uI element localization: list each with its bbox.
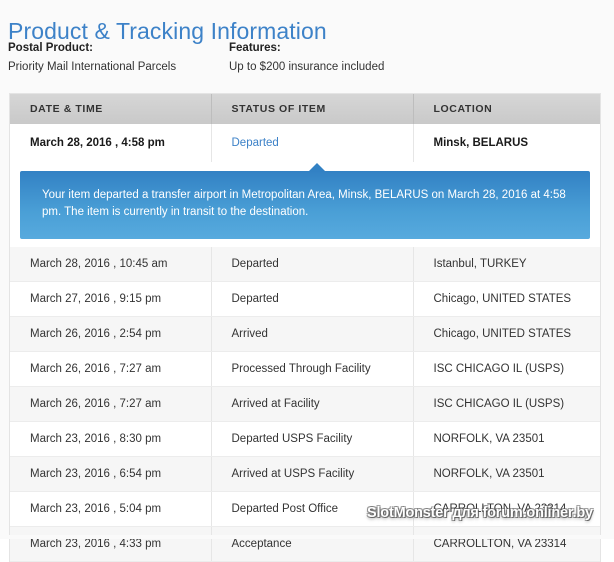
tracking-page: Product & Tracking Information Postal Pr… [0,0,614,562]
cell-status: Departed Post Office [211,491,414,527]
table-body: March 28, 2016 , 4:58 pm Departed Minsk, B… [10,124,600,562]
postal-product-label: Postal Product: [8,42,93,54]
cell-location: Chicago, UNITED STATES [413,281,600,317]
cell-location: Istanbul, TURKEY [413,247,600,282]
table-header: DATE & TIME STATUS OF ITEM LOCATION [10,94,600,124]
table-row[interactable]: March 28, 2016 , 10:45 am Departed Istanbu… [10,247,600,282]
table-row[interactable]: March 26, 2016 , 2:54 pm Arrived Chicago, … [10,316,600,352]
table-row-current[interactable]: March 28, 2016 , 4:58 pm Departed Minsk, B… [10,124,600,162]
cell-location: Minsk, BELARUS [413,124,600,162]
cell-status: Acceptance [211,526,414,562]
cell-date: March 28, 2016 , 4:58 pm [10,124,212,162]
callout-wrapper: Your item departed a transfer airport in… [10,162,600,247]
table-row[interactable]: March 23, 2016 , 6:54 pm Arrived at USPS … [10,456,600,492]
table-row[interactable]: March 26, 2016 , 7:27 am Arrived at Facil… [10,386,600,422]
table-row[interactable]: March 23, 2016 , 5:04 pm Departed Post Of… [10,491,600,527]
cell-date: March 27, 2016 , 9:15 pm [10,281,212,317]
cell-date: March 23, 2016 , 8:30 pm [10,421,212,457]
cell-status: Arrived [211,316,414,352]
table-row[interactable]: March 23, 2016 , 4:33 pm Acceptance CARROL… [10,526,600,562]
cell-status: Processed Through Facility [211,351,414,387]
cell-location: NORFOLK, VA 23501 [413,421,600,457]
cell-date: March 26, 2016 , 2:54 pm [10,316,212,352]
page-bottom-edge [0,535,614,539]
status-detail-callout: Your item departed a transfer airport in… [20,163,590,239]
callout-pointer-arrow-icon [308,163,326,172]
cell-location: ISC CHICAGO IL (USPS) [413,386,600,422]
table-row[interactable]: March 23, 2016 , 8:30 pm Departed USPS Fa… [10,421,600,457]
callout-cell: Your item departed a transfer airport in… [10,162,600,247]
table-row-callout: Your item departed a transfer airport in… [10,162,600,247]
column-header-location[interactable]: LOCATION [413,94,600,124]
cell-status: Departed [211,281,414,317]
cell-status: Departed USPS Facility [211,421,414,457]
table-row[interactable]: March 26, 2016 , 7:27 am Processed Throug… [10,351,600,387]
table-row[interactable]: March 27, 2016 , 9:15 pm Departed Chicago,… [10,281,600,317]
features-label: Features: [229,42,281,54]
cell-date: March 28, 2016 , 10:45 am [10,247,212,282]
cell-date: March 26, 2016 , 7:27 am [10,351,212,387]
postal-product-block: Postal Product: Priority Mail Internatio… [8,40,176,75]
cell-location: CARROLLTON, VA 23314 [413,491,600,527]
cell-status-link[interactable]: Departed [211,124,414,162]
cell-date: March 23, 2016 , 5:04 pm [10,491,212,527]
cell-date: March 23, 2016 , 6:54 pm [10,456,212,492]
column-header-status[interactable]: STATUS OF ITEM [211,94,414,124]
cell-date: March 26, 2016 , 7:27 am [10,386,212,422]
cell-status: Departed [211,247,414,282]
cell-date: March 23, 2016 , 4:33 pm [10,526,212,562]
cell-location: Chicago, UNITED STATES [413,316,600,352]
cell-status: Arrived at Facility [211,386,414,422]
summary-section: Postal Product: Priority Mail Internatio… [8,40,606,76]
cell-location: CARROLLTON, VA 23314 [413,526,600,562]
features-value: Up to $200 insurance included [229,61,385,73]
features-block: Features: Up to $200 insurance included [229,40,384,75]
column-header-date[interactable]: DATE & TIME [10,94,212,124]
cell-status: Arrived at USPS Facility [211,456,414,492]
postal-product-value: Priority Mail International Parcels [8,61,177,73]
tracking-table: DATE & TIME STATUS OF ITEM LOCATION Marc… [10,94,600,562]
cell-location: NORFOLK, VA 23501 [413,456,600,492]
cell-location: ISC CHICAGO IL (USPS) [413,351,600,387]
table-header-row: DATE & TIME STATUS OF ITEM LOCATION [10,94,600,124]
